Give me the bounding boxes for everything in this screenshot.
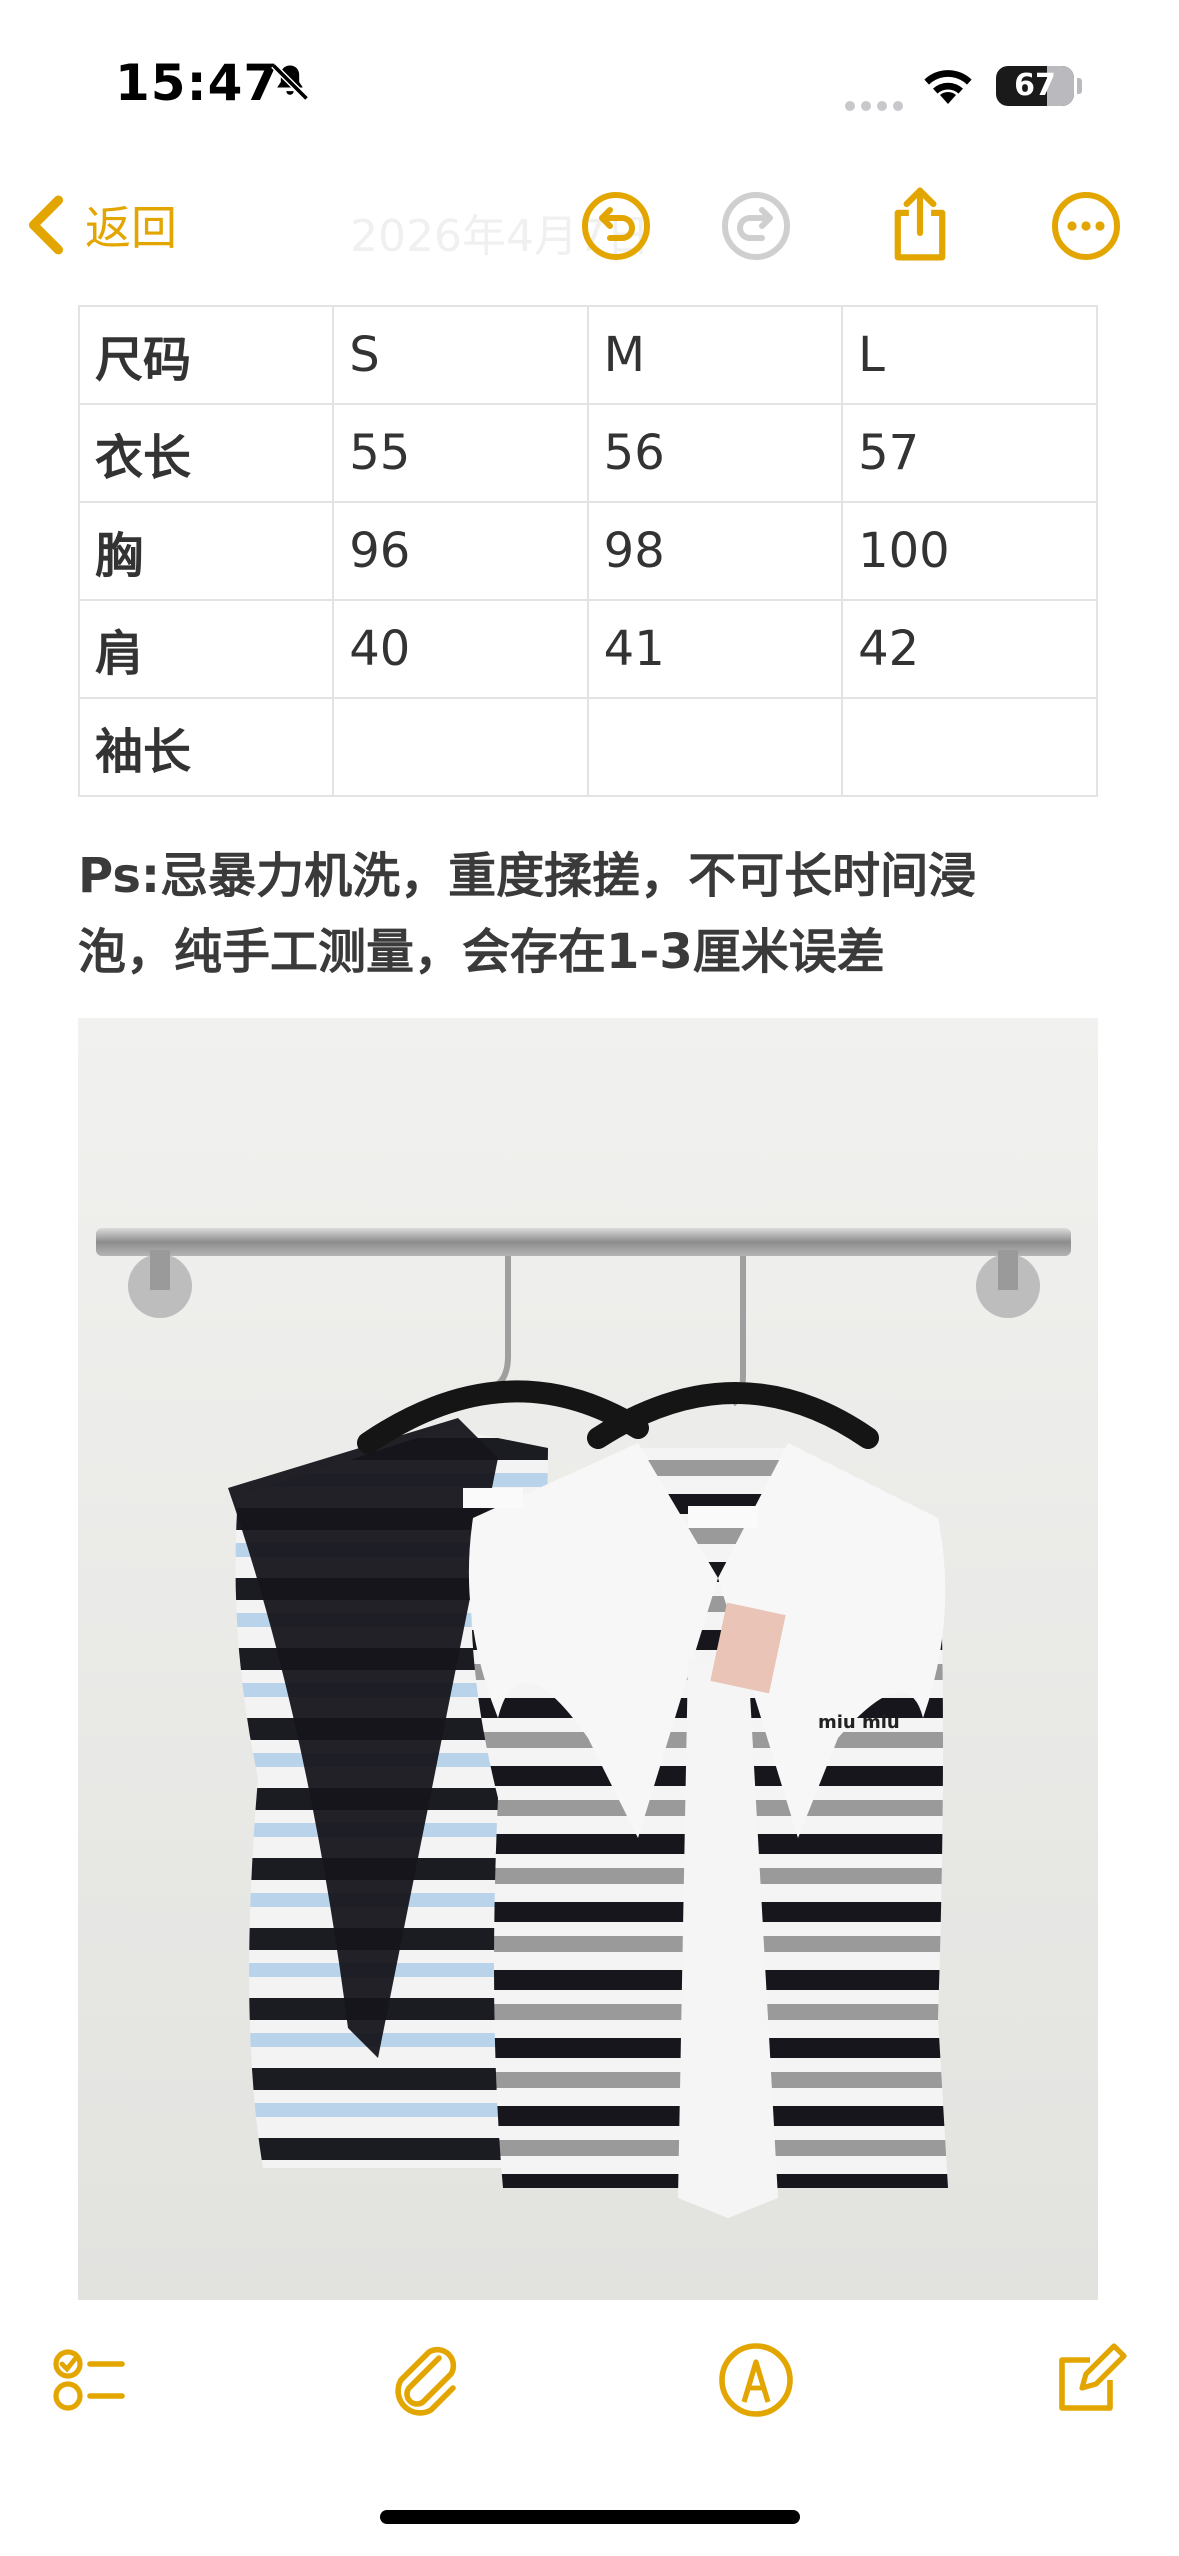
note-line-2: 泡，纯手工测量，会存在1-3厘米误差 [78,924,885,980]
battery-icon: 67 [996,66,1074,106]
table-row: 尺码 S M L [77,305,1098,405]
vest-photo-illustration: miu miu [78,1018,1098,2300]
table-cell[interactable]: 40 [332,599,589,699]
home-indicator[interactable] [380,2510,800,2524]
table-cell[interactable]: M [586,305,844,405]
table-row-label[interactable]: 尺码 [77,305,335,405]
table-cell[interactable] [332,697,589,797]
table-row-label[interactable]: 袖长 [77,697,335,797]
back-button[interactable]: 返回 [25,190,177,260]
table-cell[interactable]: 41 [586,599,844,699]
wifi-icon [924,70,972,104]
status-time: 15:47 [115,54,280,112]
battery-level: 67 [1014,68,1056,103]
table-row-label[interactable]: 衣长 [77,403,335,503]
table-cell[interactable]: L [841,305,1098,405]
chevron-left-icon [28,195,64,255]
table-cell[interactable]: 56 [586,403,844,503]
battery-cap [1077,78,1082,94]
share-icon[interactable] [885,184,955,264]
table-row-label[interactable]: 胸 [77,501,335,601]
nav-bar: 2026年4月7日 返回 [0,170,1179,280]
bell-slash-icon [271,63,309,101]
table-cell[interactable] [586,697,844,797]
table-row: 胸 96 98 100 [77,501,1098,601]
back-label: 返回 [85,201,177,255]
size-table-body: 尺码 S M L 衣长 55 56 57 胸 96 98 100 肩 40 41 42 袖长 [77,305,1098,797]
note-text[interactable]: Ps:忌暴力机洗，重度揉搓，不可长时间浸 泡，纯手工测量，会存在1-3厘米误差 [78,838,1108,990]
table-row: 肩 40 41 42 [77,599,1098,699]
table-row-label[interactable]: 肩 [77,599,335,699]
table-cell[interactable]: 57 [841,403,1098,503]
checklist-icon[interactable] [50,2340,130,2420]
table-cell[interactable]: 96 [332,501,589,601]
table-row: 袖长 [77,697,1098,797]
status-bar: 15:47 67 [0,0,1179,150]
more-icon[interactable] [1050,190,1122,262]
compose-icon[interactable] [1050,2340,1130,2420]
bottom-toolbar [0,2330,1179,2450]
signal-icon [845,96,909,115]
redo-icon[interactable] [720,190,792,262]
size-table[interactable]: 尺码 S M L 衣长 55 56 57 胸 96 98 100 肩 40 41 42 袖长 [77,305,1098,797]
table-cell[interactable]: 55 [332,403,589,503]
table-cell[interactable]: 100 [841,501,1098,601]
table-cell[interactable]: 42 [841,599,1098,699]
table-cell[interactable] [841,697,1098,797]
markup-pen-icon[interactable] [716,2340,796,2420]
table-row: 衣长 55 56 57 [77,403,1098,503]
product-photo[interactable]: miu miu [78,1018,1098,2300]
note-line-1: Ps:忌暴力机洗，重度揉搓，不可长时间浸 [78,848,977,904]
table-cell[interactable]: S [332,305,589,405]
brand-label-text: miu miu [818,1712,900,1733]
undo-icon[interactable] [580,190,652,262]
table-cell[interactable]: 98 [586,501,844,601]
paperclip-icon[interactable] [385,2340,465,2420]
